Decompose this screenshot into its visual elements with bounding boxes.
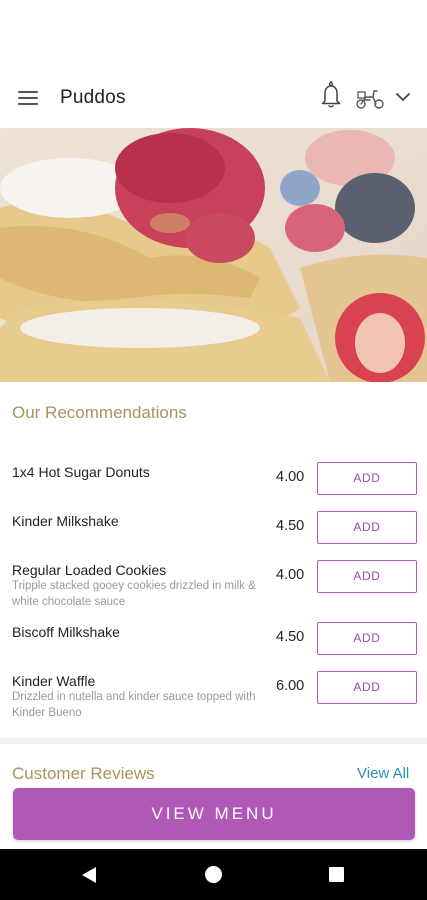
item-price: 4.50 <box>276 629 305 645</box>
item-name: Biscoff Milkshake <box>12 624 120 640</box>
recents-square-icon[interactable] <box>329 867 344 882</box>
item-name: Kinder Waffle <box>12 673 96 689</box>
recommendations-title: Our Recommendations <box>12 403 187 422</box>
hero-image <box>0 128 427 382</box>
hamburger-menu-icon[interactable] <box>18 89 40 107</box>
add-button[interactable]: ADD <box>317 462 417 495</box>
item-price: 4.00 <box>276 567 305 583</box>
reviews-title: Customer Reviews <box>12 764 155 783</box>
app-bar: Puddos <box>0 72 427 128</box>
item-description: Tripple stacked gooey cookies drizzled i… <box>12 580 256 608</box>
bell-icon[interactable] <box>318 80 344 110</box>
app-title: Puddos <box>60 87 126 108</box>
item-price: 4.50 <box>276 518 305 534</box>
view-menu-button[interactable]: VIEW MENU <box>13 788 415 840</box>
item-price: 4.00 <box>276 469 305 485</box>
item-name: Regular Loaded Cookies <box>12 562 167 578</box>
item-description: Drizzled in nutella and kinder sauce top… <box>12 691 256 719</box>
home-circle-icon[interactable] <box>205 866 222 883</box>
item-price: 6.00 <box>276 678 305 694</box>
add-button[interactable]: ADD <box>317 671 417 704</box>
section-divider <box>0 738 427 744</box>
chevron-down-icon[interactable] <box>394 90 412 104</box>
scooter-icon[interactable] <box>355 86 385 110</box>
item-name: 1x4 Hot Sugar Donuts <box>12 464 150 480</box>
system-nav-bar <box>0 849 427 900</box>
item-name: Kinder Milkshake <box>12 513 119 529</box>
back-triangle-icon[interactable] <box>80 865 98 885</box>
add-button[interactable]: ADD <box>317 622 417 655</box>
status-bar <box>0 0 427 72</box>
add-button[interactable]: ADD <box>317 511 417 544</box>
add-button[interactable]: ADD <box>317 560 417 593</box>
view-all-link[interactable]: View All <box>357 765 409 782</box>
